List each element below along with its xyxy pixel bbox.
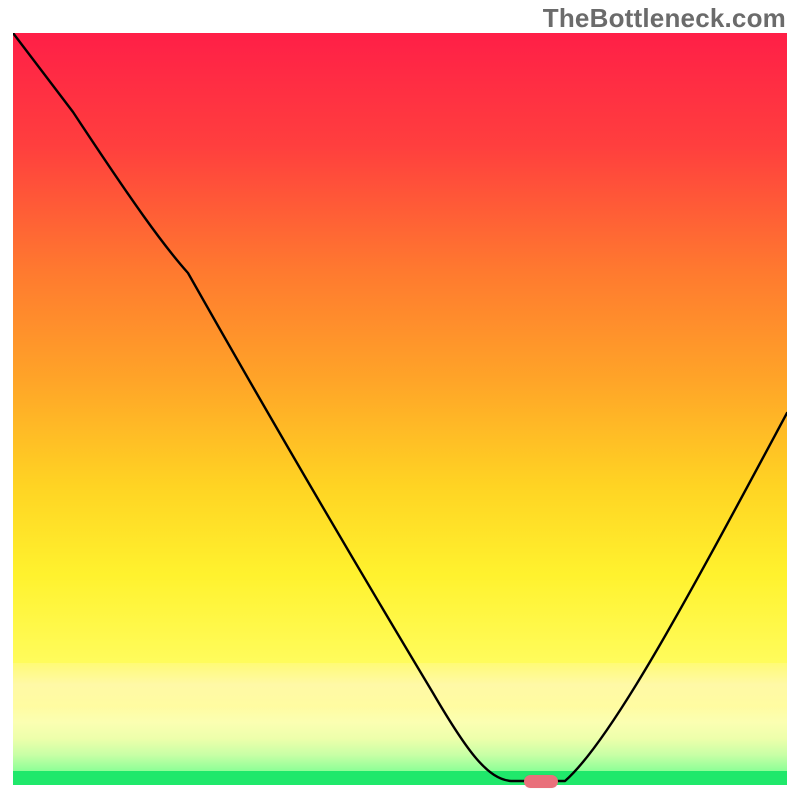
optimal-marker — [524, 775, 558, 788]
watermark-text: TheBottleneck.com — [543, 3, 786, 34]
green-bottom-band — [13, 771, 787, 785]
gradient-main — [13, 33, 787, 663]
gradient-pale — [13, 663, 787, 771]
plot-svg — [13, 33, 787, 785]
plot-area — [13, 33, 787, 785]
chart-container: TheBottleneck.com — [0, 0, 800, 800]
